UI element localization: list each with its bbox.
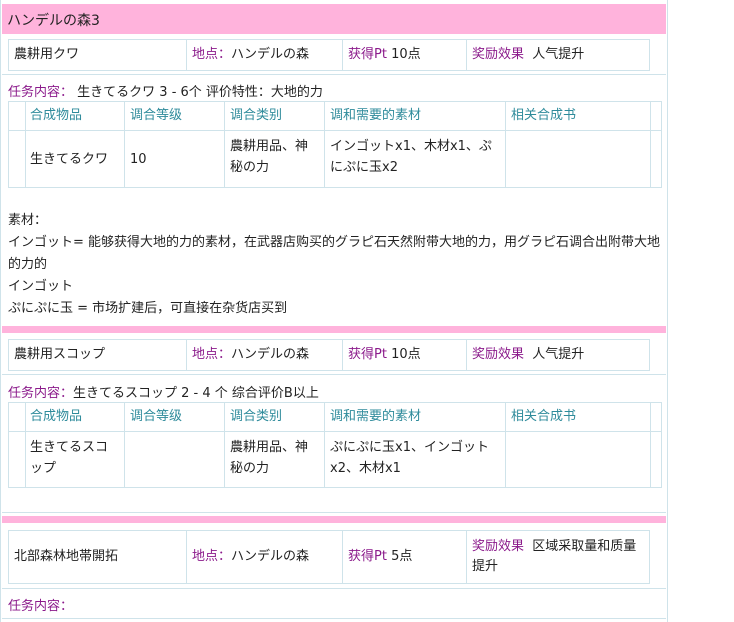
- header-level: 调合等级: [125, 403, 225, 431]
- cell-materials: ぷにぷに玉x1、インゴットx2、木材x1: [325, 432, 506, 488]
- task-content: 任务内容：生きてるスコップ 2 - 4 个 综合评价B以上: [8, 382, 319, 401]
- reward-label: 获得Pt: [348, 549, 387, 564]
- cell-materials: インゴットx1、木材x1、ぷにぷに玉x2: [325, 131, 506, 188]
- materials-heading: 素材：: [8, 213, 48, 228]
- task-content-text: 生きてるスコップ 2 - 4 个 综合评价B以上: [73, 386, 319, 401]
- location-label: 地点：: [192, 549, 232, 564]
- recipe-table: 合成物品 调合等级 调合类别 调和需要的素材 相关合成书 生きてるクワ 10 農…: [8, 101, 662, 188]
- header-book: 相关合成书: [511, 108, 577, 123]
- divider: [2, 512, 666, 513]
- divider: [2, 374, 666, 375]
- task-content: 任务内容：: [8, 595, 73, 614]
- location-value: ハンデルの森: [231, 47, 310, 62]
- page-container: ハンデルの森3 農耕用クワ 地点：ハンデルの森 获得Pt 10点 奖励效果 人气…: [0, 0, 668, 622]
- task-bonus: 奖励效果 人气提升: [467, 40, 649, 70]
- header-level: 调合等级: [125, 102, 225, 130]
- header-item: 合成物品: [25, 102, 125, 130]
- location-label: 地点：: [192, 347, 232, 362]
- cell-level: 10: [125, 131, 225, 188]
- task-bonus: 奖励效果 区域采取量和质量提升: [467, 531, 649, 583]
- section-title-bar: ハンデルの森3: [2, 4, 666, 34]
- table-header-row: 合成物品 调合等级 调合类别 调和需要的素材 相关合成书: [9, 403, 661, 432]
- section-separator: [2, 326, 666, 333]
- location-value: ハンデルの森: [231, 549, 310, 564]
- location-value: ハンデルの森: [231, 347, 310, 362]
- divider: [2, 588, 666, 589]
- table-header-row: 合成物品 调合等级 调合类别 调和需要的素材 相关合成书: [9, 102, 661, 131]
- task-name: 北部森林地帯開拓: [9, 531, 187, 583]
- reward-value: 5点: [391, 549, 413, 564]
- divider: [2, 74, 666, 75]
- task-label: 任务内容：: [8, 386, 74, 401]
- task-reward: 获得Pt 10点: [343, 340, 467, 370]
- task-location: 地点：ハンデルの森: [187, 340, 343, 370]
- header-item: 合成物品: [25, 403, 125, 431]
- task-bonus: 奖励效果 人气提升: [467, 340, 649, 370]
- cell-category: 農耕用品、神秘の力: [225, 131, 325, 188]
- reward-label: 获得Pt: [348, 47, 387, 62]
- cell-level: [125, 432, 225, 488]
- materials-line-3: ぷにぷに玉 = 市场扩建后，可直接在杂货店买到: [8, 301, 288, 316]
- materials-note: 素材： インゴット= 能够获得大地的力的素材，在武器店购买的グラピ石天然附带大地…: [8, 210, 663, 320]
- task-info-row: 農耕用スコップ 地点：ハンデルの森 获得Pt 10点 奖励效果 人气提升: [8, 339, 650, 371]
- header-category: 调合类别: [225, 403, 325, 431]
- reward-value: 10点: [391, 347, 421, 362]
- materials-line-1: インゴット= 能够获得大地的力的素材，在武器店购买的グラピ石天然附带大地的力，用…: [8, 235, 661, 272]
- cell-category: 農耕用品、神秘の力: [225, 432, 325, 488]
- section-title: ハンデルの森3: [7, 13, 100, 29]
- task-name: 農耕用クワ: [9, 40, 187, 70]
- materials-line-2: インゴット: [8, 279, 74, 294]
- task-info-row: 農耕用クワ 地点：ハンデルの森 获得Pt 10点 奖励效果 人气提升: [8, 39, 650, 71]
- reward-value: 10点: [391, 47, 421, 62]
- task-location: 地点：ハンデルの森: [187, 531, 343, 583]
- task-reward: 获得Pt 5点: [343, 531, 467, 583]
- bonus-value: 人气提升: [532, 347, 585, 362]
- location-label: 地点：: [192, 47, 232, 62]
- cell-book: [506, 432, 651, 488]
- task-content-text: 生きてるクワ 3 - 6个 评价特性：大地的力: [77, 85, 323, 100]
- reward-label: 获得Pt: [348, 347, 387, 362]
- header-materials: 调和需要的素材: [325, 102, 506, 130]
- task-label: 任务内容：: [8, 85, 74, 100]
- header-materials: 调和需要的素材: [325, 403, 506, 431]
- task-location: 地点：ハンデルの森: [187, 40, 343, 70]
- bonus-value: 人气提升: [532, 47, 585, 62]
- task-reward: 获得Pt 10点: [343, 40, 467, 70]
- cell-book: [506, 131, 651, 188]
- section-separator: [2, 516, 666, 523]
- task-label: 任务内容：: [8, 599, 74, 614]
- cell-item: 生きてるクワ: [25, 131, 125, 188]
- task-name: 農耕用スコップ: [9, 340, 187, 370]
- task-info-row: 北部森林地帯開拓 地点：ハンデルの森 获得Pt 5点 奖励效果 区域采取量和质量…: [8, 530, 650, 584]
- cell-item: 生きてるスコップ: [25, 432, 125, 488]
- bonus-label: 奖励效果: [472, 47, 525, 62]
- bonus-label: 奖励效果: [472, 347, 525, 362]
- header-book: 相关合成书: [511, 409, 577, 424]
- task-content: 任务内容： 生きてるクワ 3 - 6个 评价特性：大地的力: [8, 81, 323, 100]
- recipe-table: 合成物品 调合等级 调合类别 调和需要的素材 相关合成书 生きてるスコップ 農耕…: [8, 402, 662, 488]
- bonus-label: 奖励效果: [472, 539, 525, 554]
- divider: [2, 618, 666, 619]
- header-category: 调合类别: [225, 102, 325, 130]
